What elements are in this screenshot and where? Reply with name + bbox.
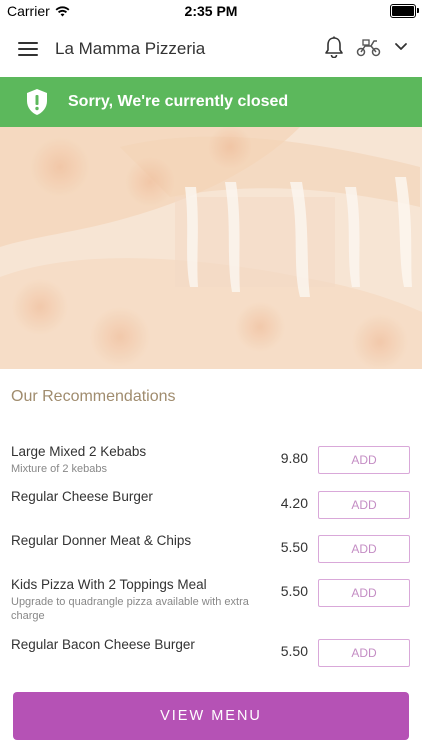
chevron-down-icon[interactable] bbox=[394, 42, 408, 52]
view-menu-button[interactable]: VIEW MENU bbox=[13, 692, 409, 740]
status-bar: Carrier 2:35 PM bbox=[0, 0, 422, 22]
bell-icon[interactable] bbox=[324, 36, 344, 58]
item-name: Regular Bacon Cheese Burger bbox=[11, 637, 195, 652]
item-price: 5.50 bbox=[280, 583, 308, 599]
item-price: 9.80 bbox=[280, 450, 308, 466]
item-name: Regular Donner Meat & Chips bbox=[11, 533, 192, 548]
add-button[interactable]: ADD bbox=[318, 535, 410, 563]
item-price: 5.50 bbox=[280, 539, 308, 555]
status-time: 2:35 PM bbox=[184, 3, 238, 19]
hero-pizza-image bbox=[0, 127, 422, 369]
pizza-illustration bbox=[0, 127, 422, 369]
battery-icon bbox=[390, 4, 419, 18]
item-price: 4.20 bbox=[280, 495, 308, 511]
add-button[interactable]: ADD bbox=[318, 491, 410, 519]
item-description: Mixture of 2 kebabs bbox=[11, 463, 107, 475]
recommendations-heading: Our Recommendations bbox=[11, 388, 176, 405]
item-name: Regular Cheese Burger bbox=[11, 489, 153, 504]
add-button[interactable]: ADD bbox=[318, 579, 410, 607]
scooter-icon[interactable] bbox=[356, 37, 382, 57]
item-description: Upgrade to quadrangle pizza available wi… bbox=[11, 596, 249, 622]
hamburger-menu-icon[interactable] bbox=[18, 42, 38, 56]
item-name: Large Mixed 2 Kebabs bbox=[11, 444, 147, 459]
add-button[interactable]: ADD bbox=[318, 639, 410, 667]
item-price: 5.50 bbox=[280, 643, 308, 659]
item-name: Kids Pizza With 2 Toppings Meal bbox=[11, 577, 207, 592]
closed-message: Sorry, We're currently closed bbox=[68, 93, 289, 110]
add-button[interactable]: ADD bbox=[318, 446, 410, 474]
navigation-bar: La Mamma Pizzeria bbox=[0, 22, 422, 76]
restaurant-title: La Mamma Pizzeria bbox=[55, 39, 206, 58]
shield-exclamation-icon bbox=[27, 89, 47, 115]
nav-actions bbox=[324, 36, 408, 58]
closed-banner: Sorry, We're currently closed bbox=[0, 77, 422, 127]
